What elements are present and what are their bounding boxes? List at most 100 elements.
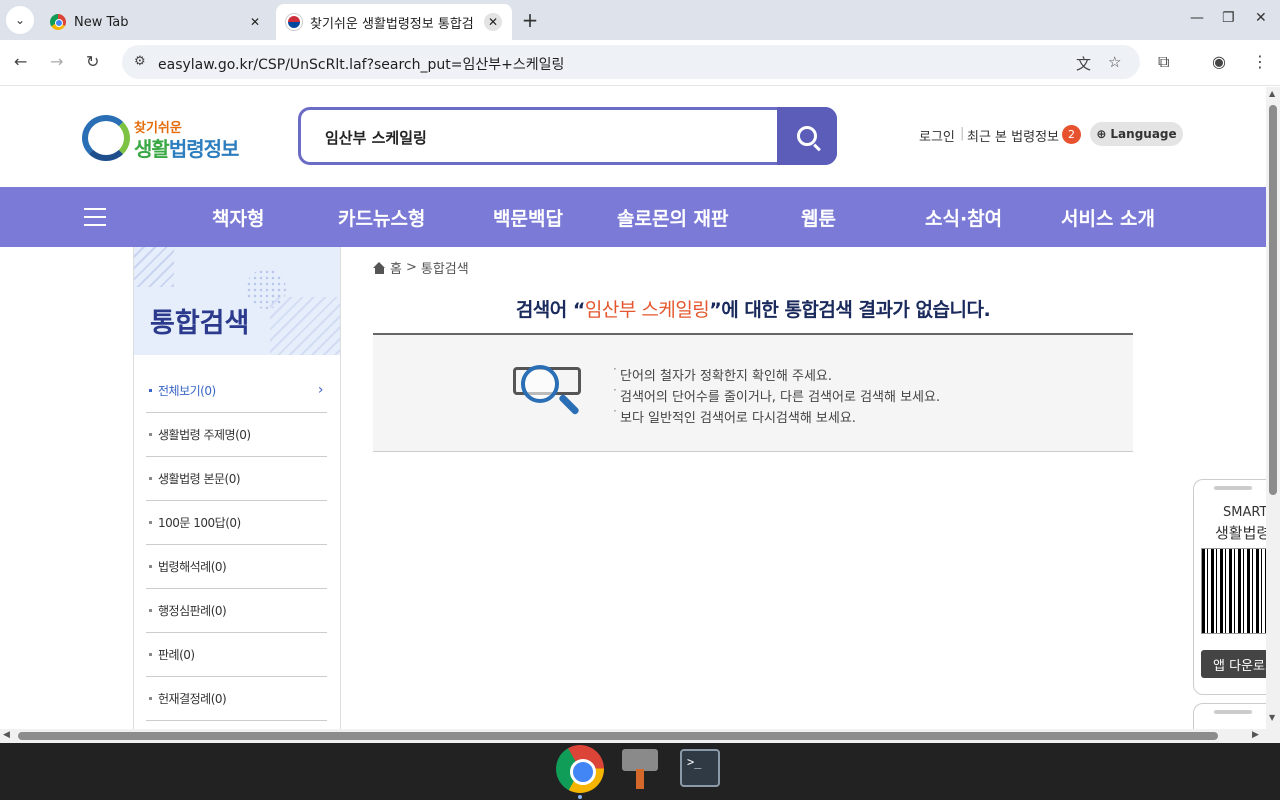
home-icon[interactable] bbox=[373, 261, 386, 274]
forward-arrow-icon[interactable]: → bbox=[50, 52, 63, 71]
sidebar-list: 전체보기(0) › 생활법령 주제명(0) 생활법령 본문(0) 100문 100… bbox=[146, 369, 327, 721]
nav-item-solomon[interactable]: 솔로몬의 재판 bbox=[617, 204, 729, 231]
sidebar-item-label: 법령해석례(0) bbox=[158, 560, 227, 574]
profile-icon[interactable]: ◉ bbox=[1212, 52, 1226, 71]
sidebar-header: 통합검색 bbox=[134, 247, 340, 355]
title-suffix: ”에 대한 통합검색 결과가 없습니다. bbox=[709, 299, 991, 321]
login-link[interactable]: 로그인 bbox=[919, 126, 955, 145]
files-app-icon[interactable] bbox=[622, 749, 658, 789]
left-sidebar: 통합검색 전체보기(0) › 생활법령 주제명(0) 생활법령 본문(0) 100… bbox=[133, 247, 341, 729]
scroll-thumb[interactable] bbox=[18, 732, 1218, 740]
panel-line1: SMART bbox=[1223, 505, 1266, 520]
search-button[interactable] bbox=[777, 107, 837, 165]
chrome-favicon-icon bbox=[50, 14, 66, 30]
bookmark-star-icon[interactable]: ☆ bbox=[1108, 53, 1121, 71]
scroll-up-icon[interactable]: ▲ bbox=[1269, 89, 1275, 98]
reload-icon[interactable]: ↻ bbox=[86, 52, 99, 71]
sidebar-item-label: 생활법령 주제명(0) bbox=[158, 428, 251, 442]
tip-item: 보다 일반적인 검색어로 다시검색해 보세요. bbox=[613, 404, 940, 428]
title-prefix: 검색어 “ bbox=[515, 299, 586, 321]
korea-favicon-icon bbox=[286, 14, 302, 30]
result-title: 검색어 “임산부 스케일링”에 대한 통합검색 결과가 없습니다. bbox=[373, 295, 1133, 322]
breadcrumb-separator: > bbox=[405, 260, 417, 275]
sidebar-item-label: 100문 100답(0) bbox=[158, 516, 241, 530]
minimize-icon[interactable]: — bbox=[1190, 10, 1204, 26]
language-button[interactable]: ⊕ Language bbox=[1090, 122, 1183, 146]
breadcrumb-home[interactable]: 홈 bbox=[390, 258, 402, 277]
running-indicator bbox=[578, 795, 582, 799]
nav-item-qna[interactable]: 백문백답 bbox=[493, 204, 563, 231]
nav-item-about[interactable]: 서비스 소개 bbox=[1061, 204, 1155, 231]
nav-item-cardnews[interactable]: 카드뉴스형 bbox=[338, 204, 425, 231]
recent-laws-link[interactable]: 최근 본 법령정보 bbox=[967, 126, 1059, 145]
site-logo[interactable]: 찾기쉬운 생활법령정보 bbox=[82, 115, 242, 161]
search-tips: 단어의 철자가 정확한지 확인해 주세요. 검색어의 단어수를 줄이거나, 다른… bbox=[613, 362, 940, 428]
sidebar-item-label: 행정심판례(0) bbox=[158, 604, 227, 618]
side-panel-secondary bbox=[1193, 703, 1266, 729]
url-text[interactable]: easylaw.go.kr/CSP/UnScRlt.laf?search_put… bbox=[158, 54, 564, 74]
sidebar-item-admin-appeal[interactable]: 행정심판례(0) bbox=[146, 589, 327, 633]
vertical-scrollbar[interactable]: ▲ ▼ bbox=[1266, 87, 1280, 729]
taskbar: >_ bbox=[0, 743, 1280, 800]
close-icon[interactable]: ✕ bbox=[484, 13, 502, 31]
sidebar-item-precedent[interactable]: 판례(0) bbox=[146, 633, 327, 677]
tab-easylaw[interactable]: 찾기쉬운 생활법령정보 통합검 ✕ bbox=[276, 4, 512, 40]
terminal-app-icon[interactable]: >_ bbox=[680, 749, 720, 787]
sidebar-item-100qa[interactable]: 100문 100답(0) bbox=[146, 501, 327, 545]
restore-icon[interactable]: ❐ bbox=[1222, 10, 1235, 26]
extensions-icon[interactable]: ⧉ bbox=[1158, 52, 1169, 72]
logo-line2: 생활법령정보 bbox=[134, 133, 240, 162]
app-download-button[interactable]: 앱 다운로드 bbox=[1201, 650, 1266, 678]
sidebar-item-label: 생활법령 본문(0) bbox=[158, 472, 241, 486]
globe-icon: ⊕ bbox=[1096, 127, 1107, 141]
scroll-down-icon[interactable]: ▼ bbox=[1269, 713, 1275, 722]
tab-title: 찾기쉬운 생활법령정보 통합검 bbox=[310, 16, 474, 32]
main-navigation: 책자형 카드뉴스형 백문백답 솔로몬의 재판 웹툰 소식·참여 서비스 소개 bbox=[0, 187, 1266, 247]
search-value[interactable]: 임산부 스케일링 bbox=[325, 127, 427, 148]
qr-code-icon bbox=[1201, 548, 1266, 634]
panel-line2: 생활법령 bbox=[1215, 524, 1266, 542]
sidebar-item-body[interactable]: 생활법령 본문(0) bbox=[146, 457, 327, 501]
new-tab-button[interactable]: + bbox=[518, 8, 542, 32]
nav-item-news[interactable]: 소식·참여 bbox=[925, 204, 1002, 231]
browser-toolbar: ← → ↻ ⚙ easylaw.go.kr/CSP/UnScRlt.laf?se… bbox=[0, 40, 1280, 86]
tab-search-button[interactable]: ⌄ bbox=[6, 6, 34, 34]
chevron-right-icon: › bbox=[317, 382, 324, 398]
logo-line2-b: 법령정보 bbox=[168, 137, 240, 161]
window-close-icon[interactable]: ✕ bbox=[1255, 10, 1267, 26]
decor-stripes bbox=[134, 247, 174, 287]
util-divider: | bbox=[960, 126, 965, 141]
horizontal-scrollbar[interactable]: ◀ ▶ bbox=[0, 729, 1266, 743]
logo-line2-a: 생활 bbox=[134, 137, 170, 161]
scroll-corner bbox=[1266, 729, 1280, 743]
sidebar-item-constitutional[interactable]: 헌재결정례(0) bbox=[146, 677, 327, 721]
search-input[interactable]: 임산부 스케일링 bbox=[298, 107, 837, 165]
smart-app-panel: SMART 생활법령 앱 다운로드 bbox=[1193, 479, 1266, 695]
close-icon[interactable]: ✕ bbox=[246, 13, 264, 31]
hamburger-menu-icon[interactable] bbox=[84, 208, 106, 226]
chrome-app-icon[interactable] bbox=[556, 745, 604, 793]
sidebar-item-label: 전체보기(0) bbox=[158, 384, 216, 398]
scroll-thumb[interactable] bbox=[1269, 105, 1277, 495]
scroll-right-icon[interactable]: ▶ bbox=[1252, 730, 1259, 740]
nav-item-book[interactable]: 책자형 bbox=[212, 204, 264, 231]
scroll-left-icon[interactable]: ◀ bbox=[3, 730, 10, 740]
browser-tab-strip: ⌄ New Tab ✕ 찾기쉬운 생활법령정보 통합검 ✕ + — ❐ ✕ bbox=[0, 0, 1280, 40]
search-keyword: 임산부 스케일링 bbox=[584, 299, 710, 321]
more-menu-icon[interactable]: ⋮ bbox=[1252, 52, 1268, 71]
sidebar-item-topic[interactable]: 생활법령 주제명(0) bbox=[146, 413, 327, 457]
sidebar-item-interpretation[interactable]: 법령해석례(0) bbox=[146, 545, 327, 589]
sidebar-item-label: 헌재결정례(0) bbox=[158, 692, 227, 706]
language-label: Language bbox=[1110, 127, 1177, 141]
magnifier-icon bbox=[513, 365, 583, 421]
back-arrow-icon[interactable]: ← bbox=[14, 52, 27, 71]
address-bar[interactable]: ⚙ easylaw.go.kr/CSP/UnScRlt.laf?search_p… bbox=[122, 45, 1140, 79]
nav-item-webtoon[interactable]: 웹툰 bbox=[801, 204, 836, 231]
panel-handle[interactable] bbox=[1214, 486, 1252, 490]
panel-handle[interactable] bbox=[1214, 710, 1252, 714]
sidebar-item-all[interactable]: 전체보기(0) › bbox=[146, 369, 327, 413]
tab-new-tab[interactable]: New Tab ✕ bbox=[40, 4, 274, 40]
site-info-icon[interactable]: ⚙ bbox=[134, 54, 146, 69]
translate-icon[interactable]: 文 bbox=[1076, 53, 1091, 74]
sidebar-item-label: 판례(0) bbox=[158, 648, 195, 662]
